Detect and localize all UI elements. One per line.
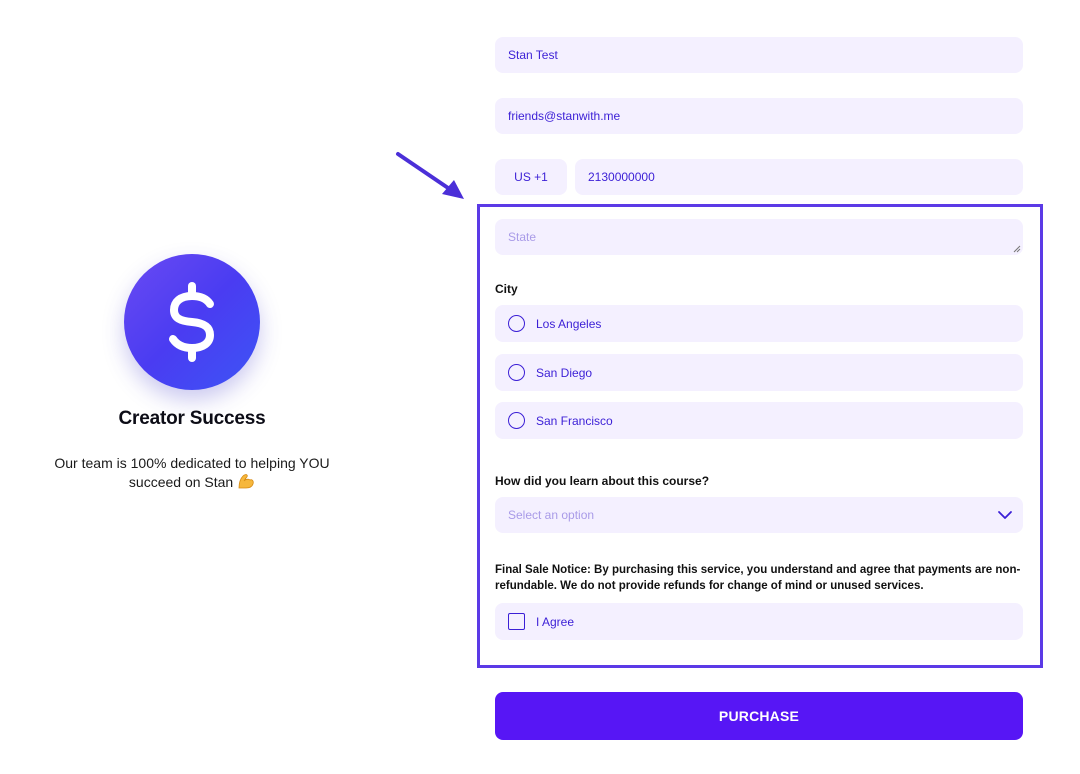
country-code-select[interactable]: US +1 [495, 159, 567, 195]
city-label: City [495, 282, 518, 296]
radio-icon[interactable] [508, 412, 525, 429]
city-option-san-diego[interactable]: San Diego [495, 354, 1023, 391]
promo-title: Creator Success [118, 408, 266, 429]
phone-value: 2130000000 [588, 170, 655, 184]
country-code-value: US +1 [514, 170, 548, 184]
radio-icon[interactable] [508, 315, 525, 332]
annotation-arrow-icon [396, 152, 464, 199]
agree-option[interactable]: I Agree [495, 603, 1023, 640]
city-option-label: San Diego [536, 365, 593, 380]
state-textarea[interactable]: State [495, 219, 1023, 255]
agree-label: I Agree [536, 614, 575, 629]
promo-description: Our team is 100% dedicated to helping YO… [54, 455, 330, 490]
final-sale-notice: Final Sale Notice: By purchasing this se… [495, 564, 1021, 592]
name-field[interactable]: Stan Test [495, 37, 1023, 73]
flexed-biceps-emoji [237, 472, 255, 494]
state-placeholder: State [508, 230, 537, 244]
radio-icon[interactable] [508, 364, 525, 381]
agree-checkbox[interactable] [508, 613, 525, 630]
city-option-san-francisco[interactable]: San Francisco [495, 402, 1023, 439]
city-option-label: Los Angeles [536, 316, 602, 331]
chevron-down-icon [998, 511, 1012, 519]
email-field[interactable]: friends@stanwith.me [495, 98, 1023, 134]
promo-text: Our team is 100% dedicated to helping YO… [42, 454, 342, 494]
learn-select[interactable]: Select an option [495, 497, 1023, 533]
purchase-button[interactable]: PURCHASE [495, 692, 1023, 740]
city-option-label: San Francisco [536, 413, 613, 428]
dollar-icon [124, 254, 260, 390]
resize-handle-icon[interactable] [1013, 245, 1021, 253]
phone-field[interactable]: 2130000000 [575, 159, 1023, 195]
city-option-los-angeles[interactable]: Los Angeles [495, 305, 1023, 342]
email-value: friends@stanwith.me [508, 109, 621, 123]
learn-select-placeholder: Select an option [508, 508, 595, 522]
learn-label: How did you learn about this course? [495, 474, 710, 488]
creator-success-card: Creator Success Our team is 100% dedicat… [30, 254, 354, 494]
name-value: Stan Test [508, 48, 558, 62]
